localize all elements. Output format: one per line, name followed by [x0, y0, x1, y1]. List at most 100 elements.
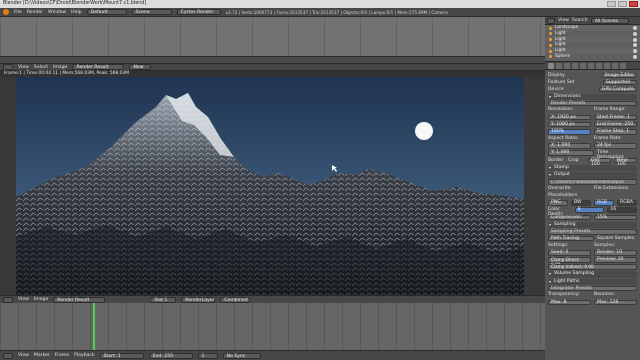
transparency-max-field[interactable]: Max: 8	[548, 299, 591, 306]
material-tab-icon[interactable]	[612, 62, 618, 69]
top-editor-area[interactable]	[0, 17, 545, 63]
display-selector[interactable]: Image Editor	[601, 72, 637, 79]
slot-selector[interactable]: Slot 1	[150, 296, 177, 303]
border-checkbox[interactable]: Border	[548, 158, 565, 165]
blender-logo-icon[interactable]	[3, 9, 9, 15]
feature-set-selector[interactable]: Supported	[603, 79, 637, 86]
eye-icon[interactable]	[633, 54, 637, 59]
minimize-button[interactable]	[607, 1, 616, 7]
output-path-field[interactable]: C:\Users\CF\Videos\BlenderOutput\	[548, 179, 637, 185]
timeline-area[interactable]	[0, 303, 545, 350]
eye-icon[interactable]	[633, 43, 637, 48]
end-frame-field[interactable]: End: 250	[148, 352, 193, 359]
menu-view[interactable]: View	[18, 297, 29, 302]
frame-step-field[interactable]: Frame Step: 1	[594, 128, 637, 135]
resolution-y-field[interactable]: Y: 1080 px	[548, 121, 591, 128]
image-name-field[interactable]: Render Result	[72, 64, 125, 70]
maximize-button[interactable]	[618, 1, 627, 7]
dimensions-section[interactable]: Dimensions	[548, 93, 637, 101]
render-pass-selector[interactable]: Combined	[220, 296, 251, 303]
crop-checkbox[interactable]: Crop	[568, 158, 585, 165]
outliner-list[interactable]: Landscape Light Light Light Light Sphere	[545, 25, 640, 61]
color-bw-button[interactable]: BW	[571, 200, 591, 206]
aspect-x-field[interactable]: X: 1.000	[548, 143, 591, 149]
start-frame-field[interactable]: Start Frame: 1	[594, 114, 637, 121]
menu-view[interactable]: View	[18, 353, 29, 358]
aspect-y-field[interactable]: Y: 1.000	[548, 150, 594, 157]
seed-field[interactable]: Seed: 0	[548, 249, 591, 256]
render-layers-tab-icon[interactable]	[556, 62, 562, 69]
eye-icon[interactable]	[633, 37, 637, 42]
menu-frame[interactable]: Frame	[55, 353, 69, 358]
editor-type-icon[interactable]	[3, 64, 13, 70]
editor-type-icon[interactable]	[3, 296, 13, 303]
scene-tab-icon[interactable]	[564, 62, 570, 69]
sampling-section[interactable]: Sampling	[548, 221, 637, 229]
editor-type-icon[interactable]	[547, 17, 555, 24]
menu-file[interactable]: File	[14, 10, 22, 15]
bounces-max-field[interactable]: Max: 128	[594, 299, 637, 306]
preview-samples-field[interactable]: Preview: 10	[594, 257, 637, 263]
render-presets-selector[interactable]: Render Presets	[548, 100, 637, 107]
image-name-field[interactable]: Render Result	[53, 296, 106, 303]
eye-icon[interactable]	[633, 49, 637, 54]
close-button[interactable]	[629, 1, 638, 7]
menu-view[interactable]: View	[558, 18, 569, 23]
frame-rate-selector[interactable]: 24 fps	[594, 143, 637, 149]
clamp-indirect-field[interactable]: Clamp Indirect: 0.00	[548, 264, 637, 270]
menu-playback[interactable]: Playback	[74, 353, 95, 358]
depth-8-button[interactable]: 8	[574, 207, 605, 213]
render-tab-icon[interactable]	[548, 62, 554, 69]
editor-type-icon[interactable]	[3, 352, 13, 359]
playhead[interactable]	[93, 303, 95, 350]
outliner-item[interactable]: Sphere	[545, 54, 640, 60]
volume-sampling-section[interactable]: Volume Sampling	[548, 271, 637, 279]
menu-select[interactable]: Select	[34, 65, 48, 70]
new-image-button[interactable]: New	[129, 64, 152, 70]
modifiers-tab-icon[interactable]	[596, 62, 602, 69]
overwrite-checkbox[interactable]: Overwrite	[548, 186, 591, 193]
menu-search[interactable]: Search	[572, 18, 588, 23]
clamp-direct-field[interactable]: Clamp Direct: 0.00	[548, 257, 591, 266]
device-selector[interactable]: GPU Compute	[598, 86, 637, 93]
object-tab-icon[interactable]	[580, 62, 586, 69]
render-viewport[interactable]	[0, 77, 545, 295]
sync-selector[interactable]: No Sync	[222, 352, 261, 359]
square-samples-checkbox[interactable]: Square Samples	[597, 236, 637, 243]
render-layer-selector[interactable]: RenderLayer	[181, 296, 216, 303]
color-rgb-button[interactable]: RGB	[594, 200, 614, 206]
output-section[interactable]: Output	[548, 172, 637, 179]
data-tab-icon[interactable]	[604, 62, 610, 69]
integrator-presets-selector[interactable]: Integrator Presets	[548, 285, 637, 292]
menu-marker[interactable]: Marker	[34, 353, 50, 358]
light-paths-section[interactable]: Light Paths	[548, 278, 637, 286]
menu-image[interactable]: Image	[34, 297, 48, 302]
menu-window[interactable]: Window	[48, 10, 66, 15]
world-tab-icon[interactable]	[572, 62, 578, 69]
eye-icon[interactable]	[633, 31, 637, 36]
menu-render[interactable]: Render	[27, 10, 43, 15]
start-frame-field[interactable]: Start: 1	[99, 352, 144, 359]
end-frame-field[interactable]: End Frame: 250	[594, 121, 637, 128]
outliner-filter-selector[interactable]: All Scenes	[590, 17, 629, 24]
sampling-presets-selector[interactable]: Sampling Presets	[548, 228, 637, 235]
placeholders-checkbox[interactable]: Placeholders	[548, 193, 637, 200]
file-format-selector[interactable]: PNG	[548, 200, 568, 206]
layout-selector[interactable]: Default	[86, 9, 127, 15]
constraints-tab-icon[interactable]	[588, 62, 594, 69]
current-frame-field[interactable]: 1	[197, 352, 218, 359]
stamp-section[interactable]: Stamp	[548, 164, 637, 172]
eye-icon[interactable]	[633, 26, 637, 30]
menu-image[interactable]: Image	[53, 65, 67, 70]
file-extensions-checkbox[interactable]: File Extensions	[594, 186, 637, 193]
texture-tab-icon[interactable]	[620, 62, 626, 69]
menu-help[interactable]: Help	[71, 10, 81, 15]
render-engine-selector[interactable]: Cycles Render	[176, 9, 221, 15]
depth-16-button[interactable]: 16	[607, 207, 638, 213]
top-editor-scrollbar[interactable]	[0, 56, 545, 63]
render-samples-field[interactable]: Render: 10	[594, 249, 637, 256]
resolution-percent-slider[interactable]: 100%	[548, 128, 591, 135]
resolution-x-field[interactable]: X: 1920 px	[548, 114, 591, 121]
time-remap-old-field[interactable]: Old: 100	[588, 157, 611, 167]
scene-selector[interactable]: Scene	[131, 9, 172, 15]
